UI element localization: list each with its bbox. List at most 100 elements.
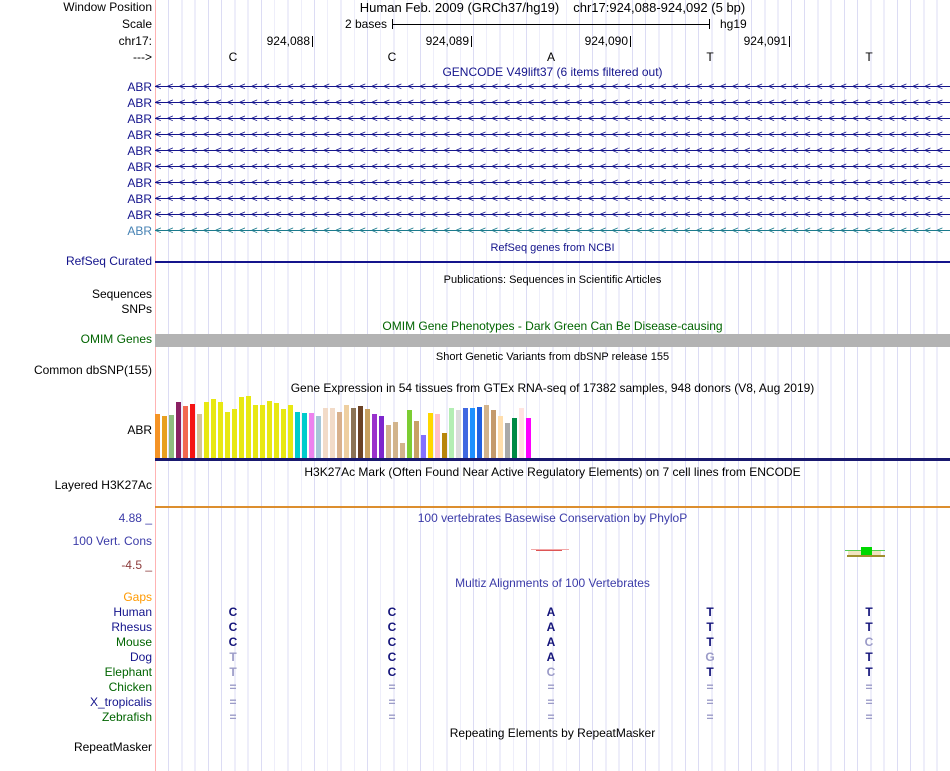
gencode-transcript-label[interactable]: ABR [0,225,152,238]
multiz-gaps-label[interactable]: Gaps [0,591,152,604]
gtex-bar[interactable] [428,413,433,458]
multiz-species-label[interactable]: Human [0,606,152,619]
gencode-transcript-label[interactable]: ABR [0,145,152,158]
gencode-transcript-label[interactable]: ABR [0,113,152,126]
gtex-bar[interactable] [344,405,349,458]
gtex-bar[interactable] [351,408,356,458]
gtex-bar[interactable] [470,408,475,458]
gtex-bar[interactable] [260,405,265,458]
omim-track-title[interactable]: OMIM Gene Phenotypes - Dark Green Can Be… [155,320,950,333]
gtex-bar[interactable] [463,408,468,458]
publications-snps-label[interactable]: SNPs [0,303,152,316]
gtex-bar[interactable] [526,418,531,458]
gencode-transcript-exons[interactable]: <<<<<<<<<<<<<<<<<<<<<<<<<<<<<<<<<<<<<<<<… [155,129,950,142]
gtex-bar[interactable] [386,425,391,458]
gtex-bar[interactable] [435,414,440,458]
multiz-species-label[interactable]: Chicken [0,681,152,694]
gtex-bar[interactable] [190,404,195,458]
refseq-track-title[interactable]: RefSeq genes from NCBI [155,242,950,255]
gencode-transcript-label[interactable]: ABR [0,209,152,222]
h3k27ac-track-title[interactable]: H3K27Ac Mark (Often Found Near Active Re… [155,466,950,479]
gtex-bar[interactable] [246,396,251,458]
gtex-bar[interactable] [512,418,517,458]
gtex-bar[interactable] [456,410,461,458]
gencode-track-title[interactable]: GENCODE V49lift37 (6 items filtered out) [155,66,950,79]
gtex-bar[interactable] [414,421,419,458]
gtex-bar[interactable] [162,416,167,458]
gtex-bar-chart[interactable] [155,396,950,458]
gtex-bar[interactable] [442,433,447,458]
multiz-track-title[interactable]: Multiz Alignments of 100 Vertebrates [155,577,950,590]
gtex-bar[interactable] [204,402,209,458]
omim-gene-bar[interactable] [155,334,950,347]
gtex-bar[interactable] [239,397,244,458]
gtex-bar[interactable] [498,416,503,458]
gtex-bar[interactable] [407,410,412,458]
gtex-bar[interactable] [400,443,405,458]
multiz-species-label[interactable]: X_tropicalis [0,696,152,709]
gtex-bar[interactable] [337,412,342,458]
gtex-bar[interactable] [218,402,223,458]
gtex-bar[interactable] [274,403,279,458]
gtex-bar[interactable] [484,405,489,458]
gtex-bar[interactable] [358,406,363,458]
gtex-bar[interactable] [281,409,286,458]
gtex-bar[interactable] [288,405,293,458]
repeatmasker-track-title[interactable]: Repeating Elements by RepeatMasker [155,727,950,740]
gencode-transcript-exons[interactable]: <<<<<<<<<<<<<<<<<<<<<<<<<<<<<<<<<<<<<<<<… [155,177,950,190]
gencode-transcript-label[interactable]: ABR [0,177,152,190]
gtex-bar[interactable] [155,414,160,458]
gencode-transcript-label[interactable]: ABR [0,129,152,142]
gencode-transcript-label[interactable]: ABR [0,193,152,206]
gtex-bar[interactable] [295,412,300,458]
gtex-bar[interactable] [183,406,188,458]
conservation-label[interactable]: 100 Vert. Cons [0,535,152,548]
gtex-bar[interactable] [323,408,328,458]
gtex-bar[interactable] [477,407,482,458]
gtex-bar[interactable] [421,435,426,458]
gencode-transcript-label[interactable]: ABR [0,161,152,174]
gtex-bar[interactable] [372,414,377,458]
gtex-bar[interactable] [330,408,335,458]
multiz-species-label[interactable]: Zebrafish [0,711,152,724]
gencode-transcript-exons[interactable]: <<<<<<<<<<<<<<<<<<<<<<<<<<<<<<<<<<<<<<<<… [155,145,950,158]
gtex-bar[interactable] [176,402,181,458]
multiz-species-label[interactable]: Rhesus [0,621,152,634]
multiz-species-label[interactable]: Mouse [0,636,152,649]
gtex-bar[interactable] [267,401,272,458]
gtex-bar[interactable] [225,412,230,458]
gencode-transcript-label[interactable]: ABR [0,81,152,94]
repeatmasker-label[interactable]: RepeatMasker [0,741,152,754]
refseq-curated-item[interactable] [155,261,950,263]
gtex-bar[interactable] [211,399,216,458]
publications-sequences-label[interactable]: Sequences [0,288,152,301]
gencode-transcript-exons[interactable]: <<<<<<<<<<<<<<<<<<<<<<<<<<<<<<<<<<<<<<<<… [155,209,950,222]
dbsnp-track-title[interactable]: Short Genetic Variants from dbSNP releas… [155,351,950,364]
multiz-species-label[interactable]: Dog [0,651,152,664]
gencode-transcript-exons[interactable]: <<<<<<<<<<<<<<<<<<<<<<<<<<<<<<<<<<<<<<<<… [155,193,950,206]
gtex-bar[interactable] [253,405,258,458]
gencode-transcript-exons[interactable]: <<<<<<<<<<<<<<<<<<<<<<<<<<<<<<<<<<<<<<<<… [155,97,950,110]
gtex-bar[interactable] [505,423,510,458]
refseq-curated-label[interactable]: RefSeq Curated [0,255,152,268]
gtex-bar[interactable] [519,408,524,458]
gtex-gene-label[interactable]: ABR [0,424,152,437]
dbsnp-label[interactable]: Common dbSNP(155) [0,364,152,377]
gtex-bar[interactable] [302,413,307,458]
gtex-track-title[interactable]: Gene Expression in 54 tissues from GTEx … [155,382,950,395]
h3k27ac-label[interactable]: Layered H3K27Ac [0,479,152,492]
gtex-bar[interactable] [393,422,398,458]
gencode-transcript-label[interactable]: ABR [0,97,152,110]
omim-genes-label[interactable]: OMIM Genes [0,333,152,346]
conservation-track-title[interactable]: 100 vertebrates Basewise Conservation by… [155,512,950,525]
gtex-bar[interactable] [197,414,202,458]
gtex-bar[interactable] [365,409,370,458]
gtex-bar[interactable] [449,408,454,458]
gtex-bar[interactable] [316,416,321,458]
gtex-bar[interactable] [309,413,314,458]
gencode-transcript-exons[interactable]: <<<<<<<<<<<<<<<<<<<<<<<<<<<<<<<<<<<<<<<<… [155,81,950,94]
gtex-bar[interactable] [379,416,384,458]
multiz-species-label[interactable]: Elephant [0,666,152,679]
gtex-bar[interactable] [169,415,174,458]
gtex-bar[interactable] [232,409,237,458]
